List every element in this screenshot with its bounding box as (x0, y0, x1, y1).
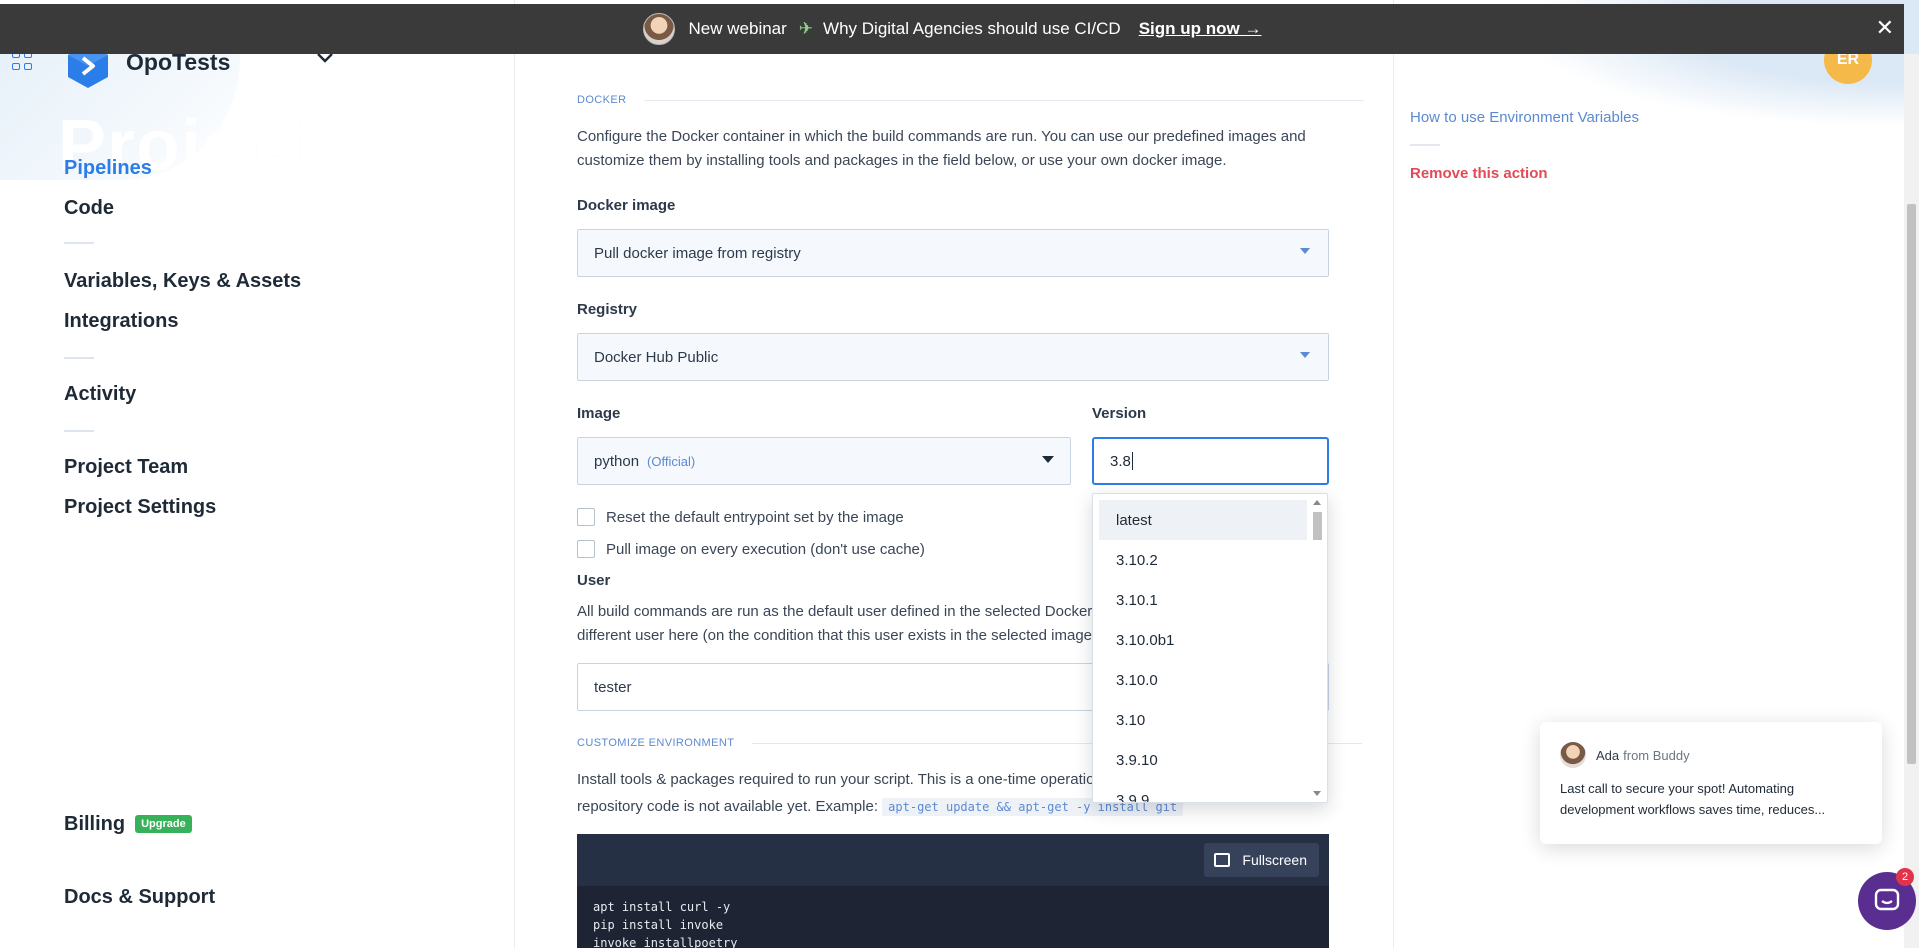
user-label: User (577, 572, 611, 589)
fullscreen-label: Fullscreen (1242, 852, 1307, 868)
sidebar: OpoTests Project Pipelines Code Variable… (0, 0, 514, 948)
version-option[interactable]: 3.10.0b1 (1099, 620, 1307, 660)
caret-down-icon (1300, 352, 1310, 358)
caret-down-icon (1042, 456, 1054, 463)
scroll-down-icon[interactable] (1313, 791, 1321, 796)
version-dropdown[interactable]: latest 3.10.2 3.10.1 3.10.0b1 3.10.0 3.1… (1092, 493, 1328, 803)
scrollbar-thumb[interactable] (1313, 512, 1322, 540)
nav-divider (64, 357, 94, 359)
close-banner-icon[interactable]: ✕ (1876, 17, 1894, 39)
docker-image-label: Docker image (577, 197, 676, 214)
nav-divider (64, 242, 94, 244)
registry-select[interactable]: Docker Hub Public (577, 333, 1329, 381)
version-label: Version (1092, 405, 1147, 422)
scroll-up-icon[interactable] (1313, 500, 1321, 505)
chat-message: Last call to secure your spot! Automatin… (1560, 781, 1826, 817)
text-cursor (1131, 452, 1133, 470)
version-option[interactable]: latest (1099, 500, 1307, 540)
version-option[interactable]: 3.9.10 (1099, 740, 1307, 780)
fullscreen-button[interactable]: Fullscreen (1204, 843, 1319, 877)
agent-avatar (1560, 742, 1586, 768)
page-scrollbar-thumb[interactable] (1907, 204, 1916, 764)
reset-entrypoint-checkbox[interactable]: Reset the default entrypoint set by the … (577, 508, 904, 526)
checkbox-box[interactable] (577, 540, 595, 558)
reset-entrypoint-label: Reset the default entrypoint set by the … (606, 508, 904, 526)
env-variables-help-link[interactable]: How to use Environment Variables (1410, 109, 1639, 126)
webinar-label: New webinar (688, 19, 787, 38)
user-input-value: tester (594, 678, 632, 696)
checkbox-box[interactable] (577, 508, 595, 526)
nav-code[interactable]: Code (64, 197, 114, 220)
editor-code[interactable]: apt install curl -y pip install invoke i… (577, 886, 1329, 948)
apps-grid-icon[interactable] (12, 51, 34, 71)
version-option[interactable]: 3.10.0 (1099, 660, 1307, 700)
dropdown-scrollbar[interactable] (1311, 498, 1323, 798)
pull-every-execution-checkbox[interactable]: Pull image on every execution (don't use… (577, 540, 925, 558)
nav-divider (64, 430, 94, 432)
image-value: python (594, 452, 640, 470)
chat-header: Ada from Buddy (1560, 742, 1862, 768)
version-option[interactable]: 3.10.2 (1099, 540, 1307, 580)
webinar-banner: New webinar ✈ Why Digital Agencies shoul… (0, 4, 1904, 54)
signup-link[interactable]: Sign up now → (1139, 19, 1262, 39)
version-option[interactable]: 3.10 (1099, 700, 1307, 740)
image-select[interactable]: python (Official) (577, 437, 1071, 485)
image-label: Image (577, 405, 621, 422)
paper-plane-icon: ✈ (798, 19, 814, 38)
official-tag: (Official) (647, 453, 696, 469)
right-divider (1410, 144, 1440, 146)
version-option[interactable]: 3.10.1 (1099, 580, 1307, 620)
upgrade-badge[interactable]: Upgrade (135, 815, 192, 833)
version-option[interactable]: 3.9.9 (1099, 780, 1307, 803)
nav-activity[interactable]: Activity (64, 383, 136, 406)
customize-description-text: repository code is not available yet. Ex… (577, 798, 878, 815)
nav-pipelines[interactable]: Pipelines (64, 157, 152, 180)
nav-integrations[interactable]: Integrations (64, 310, 178, 333)
chat-launcher-button[interactable]: 2 (1858, 868, 1916, 930)
unread-count-badge: 2 (1896, 868, 1914, 886)
presenter-avatar (642, 13, 675, 45)
docker-image-select[interactable]: Pull docker image from registry (577, 229, 1329, 277)
caret-down-icon (1300, 248, 1310, 254)
editor-toolbar: Fullscreen (577, 834, 1329, 886)
action-settings-panel: DOCKER Configure the Docker container in… (514, 0, 1394, 948)
nav-billing-label: Billing (64, 813, 126, 835)
registry-value: Docker Hub Public (594, 348, 719, 366)
chat-from: from Buddy (1623, 747, 1690, 763)
chat-sender: Ada (1596, 747, 1620, 763)
chat-bubble-icon (1874, 888, 1900, 911)
script-editor[interactable]: Fullscreen apt install curl -y pip insta… (577, 834, 1329, 948)
docker-section-title-text: DOCKER (577, 94, 627, 106)
docker-image-value: Pull docker image from registry (594, 244, 801, 262)
docker-section-title: DOCKER (577, 94, 1365, 106)
registry-label: Registry (577, 301, 638, 318)
nav-variables-keys-assets[interactable]: Variables, Keys & Assets (64, 270, 301, 293)
nav-project-settings[interactable]: Project Settings (64, 496, 216, 519)
fullscreen-icon (1214, 853, 1231, 867)
customize-section-title-text: CUSTOMIZE ENVIRONMENT (577, 737, 735, 749)
version-input[interactable]: 3.8 (1092, 437, 1329, 485)
nav-docs-support[interactable]: Docs & Support (64, 886, 215, 909)
nav-billing[interactable]: Billing Upgrade (64, 813, 192, 836)
docker-description: Configure the Docker container in which … (577, 128, 1306, 169)
version-input-value: 3.8 (1110, 452, 1131, 470)
chat-message-popup[interactable]: Ada from Buddy Last call to secure your … (1540, 722, 1882, 844)
webinar-title: Why Digital Agencies should use CI/CD (823, 19, 1121, 38)
section-divider (644, 99, 1365, 101)
remove-action-link[interactable]: Remove this action (1410, 165, 1548, 182)
nav-project-team[interactable]: Project Team (64, 456, 188, 479)
pull-every-execution-label: Pull image on every execution (don't use… (606, 540, 925, 558)
page-scrollbar[interactable] (1904, 54, 1919, 948)
